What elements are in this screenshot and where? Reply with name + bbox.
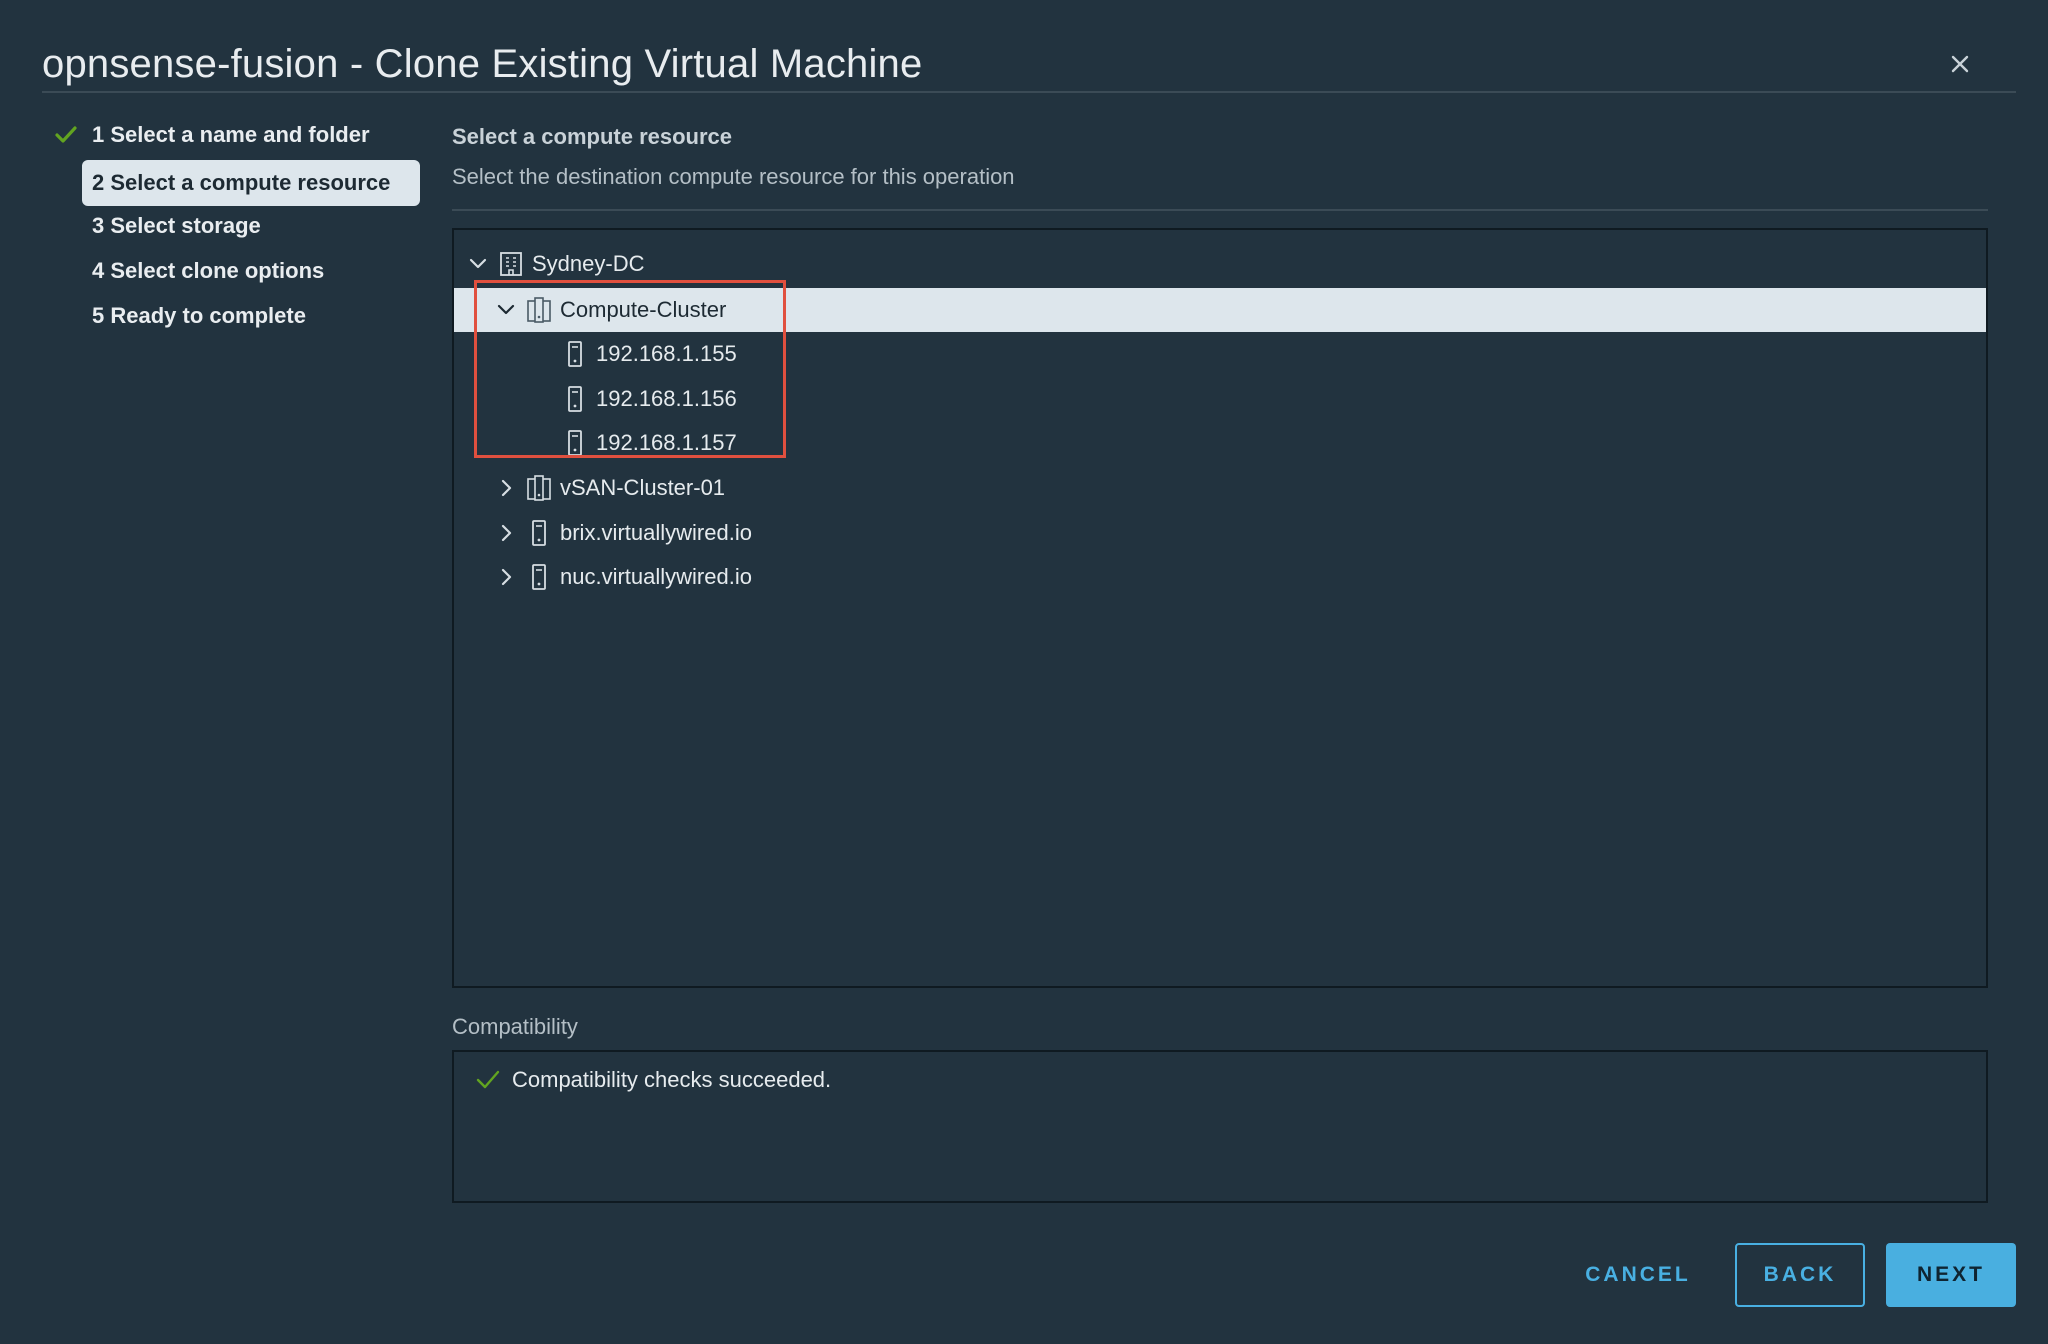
back-button[interactable]: BACK [1735,1243,1865,1307]
check-icon [476,1070,500,1089]
tree-node-cluster[interactable]: Compute-Cluster [454,288,1986,332]
chevron-down-icon[interactable] [494,298,518,322]
tree-node-label: nuc.virtuallywired.io [560,564,752,589]
next-button[interactable]: NEXT [1886,1243,2016,1307]
host-icon [568,341,582,367]
step-label: 2 Select a compute resource [82,160,420,206]
tree-node-label: brix.virtuallywired.io [560,520,752,545]
step-5[interactable]: 5 Ready to complete [50,296,430,341]
content-title: Select a compute resource [452,124,733,149]
compute-resource-tree: Sydney-DC Compute-Cluster 192.168.1.155 [452,228,1988,988]
check-icon [55,126,77,143]
step-label: 4 Select clone options [92,258,325,283]
host-icon [568,430,582,456]
datacenter-icon [500,252,522,276]
tree-node-label: vSAN-Cluster-01 [560,475,726,500]
tree-node-host[interactable]: nuc.virtuallywired.io [454,555,1986,599]
clone-vm-dialog: opnsense-fusion - Clone Existing Virtual… [0,0,2048,1344]
compatibility-text: Compatibility checks succeeded. [512,1067,832,1092]
chevron-down-icon[interactable] [466,252,490,276]
close-icon [1951,55,1969,73]
tree-node-host[interactable]: 192.168.1.156 [454,377,1986,421]
chevron-right-icon[interactable] [494,565,518,589]
step-label: 3 Select storage [92,213,261,238]
tree-node-host[interactable]: brix.virtuallywired.io [454,511,1986,555]
tree-node-label: Sydney-DC [532,251,645,276]
tree-node-label: 192.168.1.156 [596,386,737,411]
host-icon [568,386,582,412]
tree-node-datacenter[interactable]: Sydney-DC [454,242,1986,286]
content-header: Select a compute resource Select the des… [452,115,1988,211]
compatibility-message: Compatibility checks succeeded. [474,1066,831,1094]
step-label: 1 Select a name and folder [92,122,370,147]
tree-node-cluster[interactable]: vSAN-Cluster-01 [454,466,1986,510]
chevron-right-icon[interactable] [494,476,518,500]
step-4[interactable]: 4 Select clone options [50,251,430,296]
wizard-steps: 1 Select a name and folder 2 Select a co… [50,115,430,341]
host-icon [532,520,546,546]
cluster-icon [527,297,551,323]
compatibility-panel: Compatibility checks succeeded. [452,1050,1988,1203]
close-button[interactable] [1946,50,1974,78]
tree-node-label: Compute-Cluster [560,297,727,322]
tree-node-label: 192.168.1.155 [596,341,737,366]
dialog-title: opnsense-fusion - Clone Existing Virtual… [42,42,923,86]
tree-node-host[interactable]: 192.168.1.155 [454,332,1986,376]
compatibility-label: Compatibility [452,1014,578,1039]
cluster-icon [527,475,551,501]
step-3[interactable]: 3 Select storage [50,206,430,251]
host-icon [532,564,546,590]
content-subtitle: Select the destination compute resource … [452,159,1988,211]
dialog-header: opnsense-fusion - Clone Existing Virtual… [42,36,2016,93]
chevron-right-icon[interactable] [494,521,518,545]
tree-node-host[interactable]: 192.168.1.157 [454,421,1986,465]
step-label: 5 Ready to complete [92,303,306,328]
step-2[interactable]: 2 Select a compute resource [50,160,430,206]
step-1[interactable]: 1 Select a name and folder [50,115,430,160]
tree-node-label: 192.168.1.157 [596,430,737,455]
cancel-button[interactable]: CANCEL [1568,1243,1708,1307]
